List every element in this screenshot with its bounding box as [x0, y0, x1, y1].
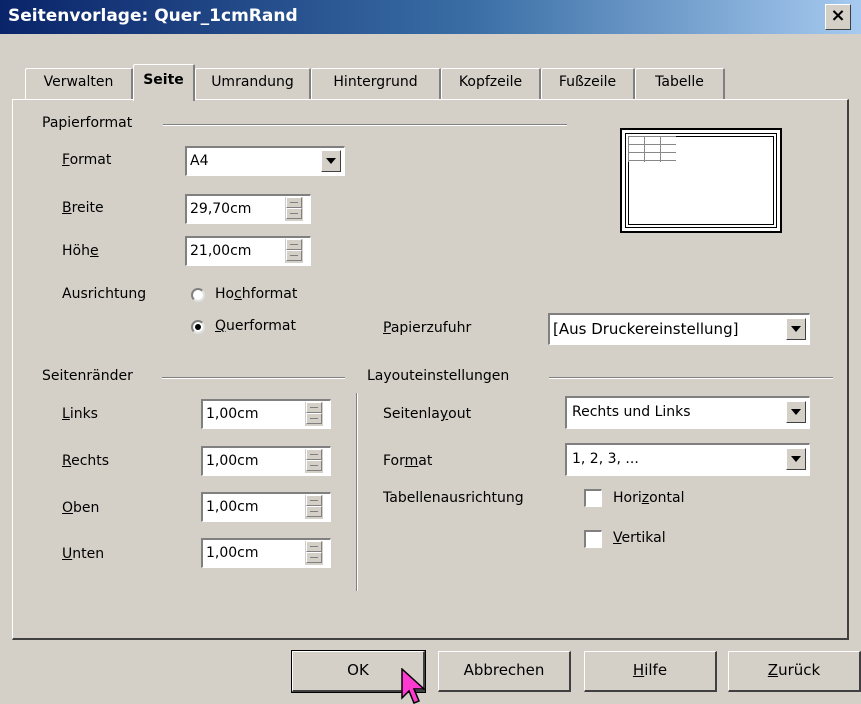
rechts-spinner[interactable]	[305, 449, 323, 473]
rechts-label: Rechts	[62, 453, 110, 469]
spin-up-icon[interactable]	[286, 239, 302, 250]
breite-value: 29,70cm	[190, 201, 252, 217]
layout-format-label: Format	[383, 453, 433, 469]
oben-value: 1,00cm	[206, 499, 259, 515]
spin-up-icon[interactable]	[306, 449, 322, 460]
spin-up-icon[interactable]	[306, 495, 322, 506]
spin-down-icon[interactable]	[286, 250, 302, 261]
ausrichtung-label: Ausrichtung	[62, 286, 147, 302]
spin-down-icon[interactable]	[306, 413, 322, 424]
seitenlayout-label: Seitenlayout	[383, 406, 472, 422]
spin-down-icon[interactable]	[306, 552, 322, 563]
layout-heading: Layouteinstellungen	[367, 368, 510, 384]
spin-down-icon[interactable]	[306, 460, 322, 471]
chevron-down-icon[interactable]	[786, 401, 806, 423]
oben-label: Oben	[62, 500, 100, 516]
vertikal-label[interactable]: Vertikal	[613, 530, 666, 546]
breite-label: Breite	[62, 200, 104, 216]
hochformat-radio[interactable]	[191, 288, 205, 302]
zurueck-button[interactable]: Zurück	[728, 651, 861, 692]
unten-value: 1,00cm	[206, 545, 259, 561]
tab-umrandung[interactable]: Umrandung	[195, 68, 311, 99]
tab-verwalten[interactable]: Verwalten	[25, 68, 133, 99]
chevron-down-icon[interactable]	[786, 318, 806, 340]
tab-fusszeile[interactable]: Fußzeile	[541, 68, 635, 99]
format-label: Format	[62, 152, 112, 168]
tab-kopfzeile[interactable]: Kopfzeile	[441, 68, 541, 99]
vertikal-checkbox[interactable]	[584, 530, 602, 548]
spin-up-icon[interactable]	[286, 197, 302, 208]
seitenlayout-value: Rechts und Links	[572, 404, 691, 420]
page-preview	[620, 128, 782, 233]
tab-seite[interactable]: Seite	[133, 64, 195, 101]
layout-format-select[interactable]: 1, 2, 3, ...	[565, 443, 810, 476]
unten-label: Unten	[62, 546, 105, 562]
hochformat-label[interactable]: Hochformat	[215, 286, 297, 302]
page-preview-table	[628, 136, 676, 162]
close-icon: ×	[830, 5, 846, 26]
querformat-radio[interactable]	[191, 320, 205, 334]
spin-up-icon[interactable]	[306, 541, 322, 552]
title-bar[interactable]: Seitenvorlage: Quer_1cmRand ×	[0, 0, 861, 34]
tabellenausrichtung-label: Tabellenausrichtung	[383, 490, 524, 506]
hoehe-value: 21,00cm	[190, 243, 252, 259]
format-select-value: A4	[190, 153, 209, 169]
tab-tabelle[interactable]: Tabelle	[635, 68, 725, 99]
close-button[interactable]: ×	[825, 4, 851, 30]
papierzufuhr-label: Papierzufuhr	[383, 320, 472, 336]
unten-spinner[interactable]	[305, 541, 323, 565]
spin-down-icon[interactable]	[306, 506, 322, 517]
chevron-down-icon[interactable]	[321, 150, 341, 172]
abbrechen-button[interactable]: Abbrechen	[438, 651, 571, 692]
hoehe-spinner[interactable]	[285, 239, 303, 263]
mouse-pointer-icon	[401, 668, 426, 704]
papierzufuhr-value: [Aus Druckereinstellung]	[553, 320, 739, 338]
hilfe-button[interactable]: Hilfe	[584, 651, 717, 692]
papierzufuhr-select[interactable]: [Aus Druckereinstellung]	[548, 313, 810, 345]
links-spinner[interactable]	[305, 402, 323, 426]
papierformat-heading: Papierformat	[42, 115, 133, 131]
tab-hintergrund[interactable]: Hintergrund	[311, 68, 441, 99]
oben-spinner[interactable]	[305, 495, 323, 519]
chevron-down-icon[interactable]	[786, 448, 806, 470]
radio-selected-dot	[195, 324, 201, 330]
hoehe-label: Höhe	[62, 243, 99, 259]
seitenlayout-select[interactable]: Rechts und Links	[565, 396, 810, 429]
layout-format-value: 1, 2, 3, ...	[572, 451, 639, 467]
breite-spinner[interactable]	[285, 197, 303, 221]
horizontal-label[interactable]: Horizontal	[613, 490, 685, 506]
querformat-label[interactable]: Querformat	[215, 318, 296, 334]
window-title: Seitenvorlage: Quer_1cmRand	[8, 6, 298, 26]
links-value: 1,00cm	[206, 406, 259, 422]
spin-up-icon[interactable]	[306, 402, 322, 413]
spin-down-icon[interactable]	[286, 208, 302, 219]
horizontal-checkbox[interactable]	[584, 489, 602, 507]
rechts-value: 1,00cm	[206, 453, 259, 469]
seitenraender-heading: Seitenränder	[42, 368, 133, 384]
links-label: Links	[62, 406, 98, 422]
